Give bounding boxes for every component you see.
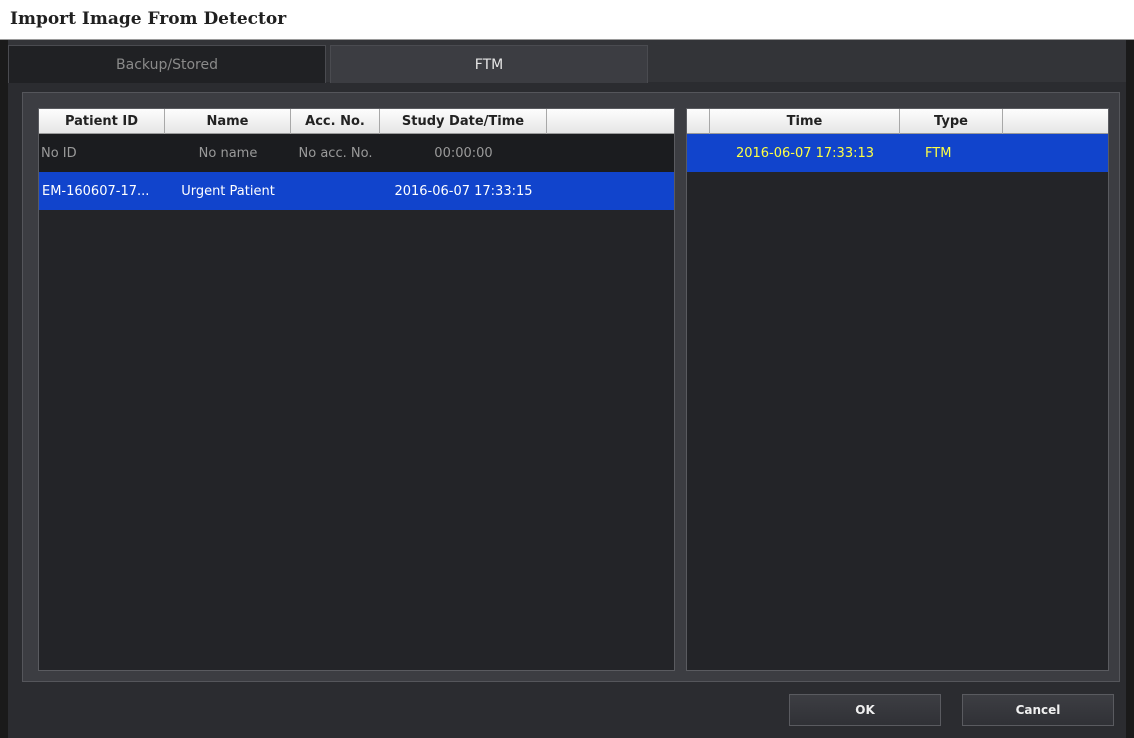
image-list: Time Type 2016-06-07 17:33:13 FTM	[686, 108, 1109, 671]
cell-patient-id: No ID	[41, 145, 77, 161]
column-header-time[interactable]: Time	[710, 109, 900, 134]
table-row-selected[interactable]: 2016-06-07 17:33:13 FTM	[687, 134, 1108, 172]
column-header-patient-id[interactable]: Patient ID	[39, 109, 165, 134]
column-header-filler	[1003, 109, 1108, 134]
frame-border-left	[0, 82, 8, 738]
window-title: Import Image From Detector	[10, 9, 287, 29]
cell-type: FTM	[925, 145, 952, 161]
frame-border-right	[1126, 82, 1134, 738]
tab-content: Patient ID Name Acc. No. Study Date/Time…	[22, 92, 1120, 682]
ok-button[interactable]: OK	[789, 694, 941, 726]
cell-name: No name	[198, 145, 258, 161]
cell-acc-no: No acc. No.	[298, 145, 373, 161]
study-list-header: Patient ID Name Acc. No. Study Date/Time	[39, 109, 674, 134]
column-header-marker	[687, 109, 710, 134]
tab-ftm[interactable]: FTM	[330, 45, 648, 83]
cell-study-datetime: 00:00:00	[434, 145, 493, 161]
cell-patient-id: EM-160607-17...	[42, 183, 150, 199]
table-row-selected[interactable]: EM-160607-17... Urgent Patient 2016-06-0…	[39, 172, 674, 210]
image-list-header: Time Type	[687, 109, 1108, 134]
cell-name: Urgent Patient	[181, 183, 275, 199]
column-header-name[interactable]: Name	[165, 109, 291, 134]
column-header-study-datetime[interactable]: Study Date/Time	[380, 109, 547, 134]
cell-study-datetime: 2016-06-07 17:33:15	[394, 183, 533, 199]
button-bar: OK Cancel	[8, 682, 1126, 738]
tab-strip: Backup/Stored FTM	[0, 40, 1134, 83]
tab-backup-stored[interactable]: Backup/Stored	[8, 45, 326, 83]
table-row[interactable]: No ID No name No acc. No. 00:00:00	[39, 134, 674, 172]
cancel-button[interactable]: Cancel	[962, 694, 1114, 726]
cell-acc-no	[291, 172, 380, 210]
column-header-type[interactable]: Type	[900, 109, 1003, 134]
column-header-filler	[547, 109, 674, 134]
column-header-acc-no[interactable]: Acc. No.	[291, 109, 380, 134]
study-list: Patient ID Name Acc. No. Study Date/Time…	[38, 108, 675, 671]
title-bar: Import Image From Detector	[0, 0, 1134, 40]
cell-time: 2016-06-07 17:33:13	[735, 145, 875, 161]
